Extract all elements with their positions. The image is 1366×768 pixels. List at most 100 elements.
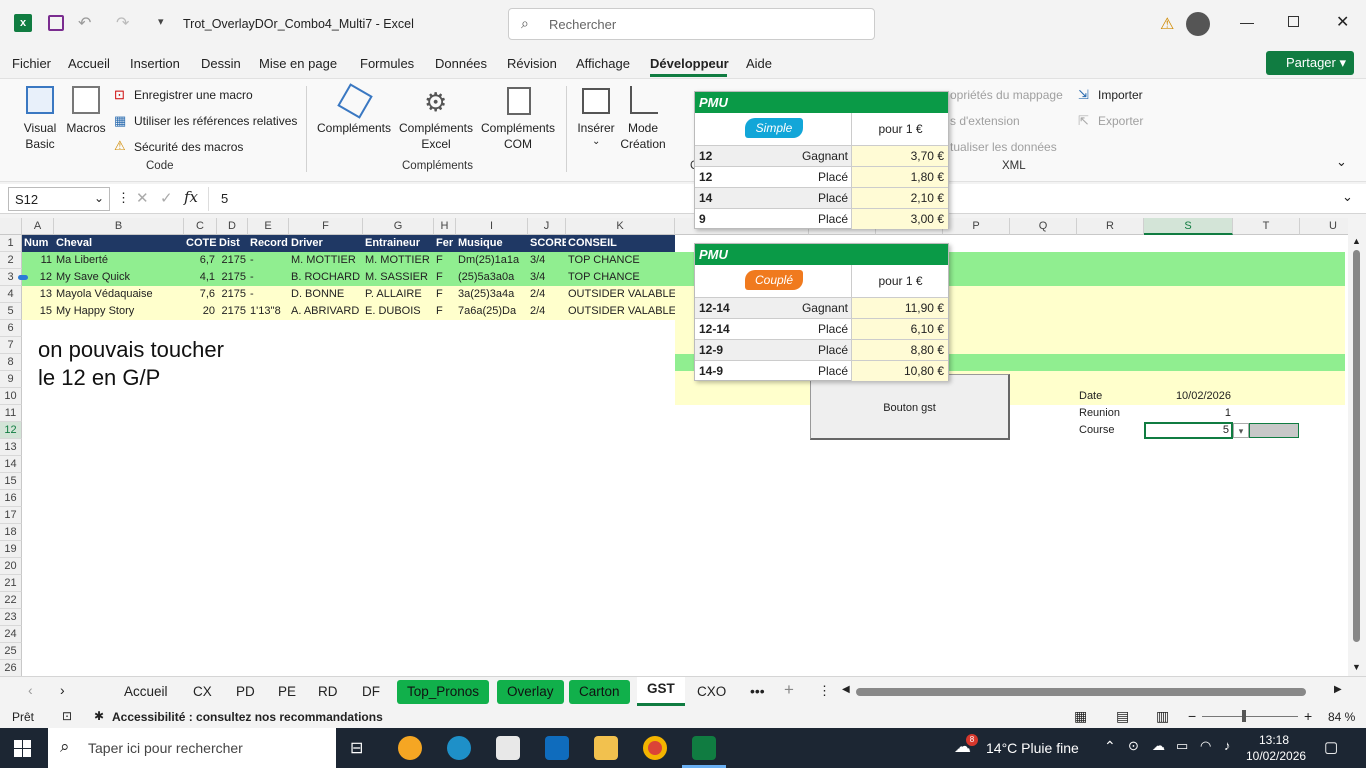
column-header-i[interactable]: I xyxy=(456,218,528,235)
tab-mise-en-page[interactable]: Mise en page xyxy=(259,56,337,71)
sheet-tab-top-pronos[interactable]: Top_Pronos xyxy=(397,680,490,704)
cancel-icon[interactable]: ✕ xyxy=(136,189,149,207)
store-icon[interactable] xyxy=(496,736,520,760)
weather-text[interactable]: 14°C Pluie fine xyxy=(986,740,1079,756)
edge-icon[interactable] xyxy=(447,736,471,760)
course-value-selected-cell[interactable]: 5 xyxy=(1144,422,1233,439)
table-cell-conseil[interactable]: TOP CHANCE xyxy=(566,269,675,286)
scroll-thumb[interactable] xyxy=(1353,250,1360,642)
row-header[interactable]: 8 xyxy=(0,354,22,371)
chrome-icon[interactable] xyxy=(643,736,667,760)
minimize-icon[interactable]: — xyxy=(1240,14,1254,30)
column-header-b[interactable]: B xyxy=(54,218,184,235)
insert-control-button[interactable]: Insérer xyxy=(574,120,618,136)
warning-icon[interactable]: ⚠ xyxy=(1160,14,1174,34)
tab-dessin[interactable]: Dessin xyxy=(201,56,241,71)
map-properties-button[interactable]: opriétés du mappage xyxy=(950,88,1063,102)
onedrive-icon[interactable]: ☁ xyxy=(1152,738,1165,754)
scroll-down-icon[interactable]: ▼ xyxy=(1352,662,1361,672)
table-cell-entraineur[interactable]: P. ALLAIRE xyxy=(363,286,434,303)
tab-insertion[interactable]: Insertion xyxy=(130,56,180,71)
wifi-icon[interactable]: ◠ xyxy=(1200,738,1211,754)
table-cell-entraineur[interactable]: M. MOTTIER xyxy=(363,252,434,269)
row-header[interactable]: 4 xyxy=(0,286,22,303)
tab-fichier[interactable]: Fichier xyxy=(12,56,51,71)
next-sheet-icon[interactable]: › xyxy=(60,682,65,698)
table-cell-fer[interactable]: F xyxy=(434,286,456,303)
zoom-out-icon[interactable]: − xyxy=(1188,708,1196,724)
column-header-u[interactable]: U xyxy=(1300,218,1348,235)
share-button[interactable]: Partager ▾ xyxy=(1266,51,1354,75)
sheet-tab-cxo[interactable]: CXO xyxy=(687,680,736,704)
sheet-tab-carton[interactable]: Carton xyxy=(569,680,630,704)
row-header[interactable]: 21 xyxy=(0,575,22,592)
macro-record-icon[interactable]: ⊡ xyxy=(62,709,72,723)
table-cell-conseil[interactable]: OUTSIDER VALABLE xyxy=(566,303,675,320)
zoom-slider[interactable] xyxy=(1202,716,1298,717)
redo-icon[interactable]: ↷ xyxy=(116,13,129,33)
column-header-c[interactable]: C xyxy=(184,218,217,235)
row-header[interactable]: 13 xyxy=(0,439,22,456)
column-header-s[interactable]: S xyxy=(1144,218,1233,235)
worksheet-grid[interactable]: A B C D E F G H I J K P Q R S T U 123456… xyxy=(0,218,1348,676)
table-cell-score[interactable]: 3/4 xyxy=(528,269,566,286)
add-sheet-icon[interactable]: + xyxy=(784,680,794,700)
outlook-icon[interactable] xyxy=(545,736,569,760)
design-mode-button[interactable]: Mode Création xyxy=(620,120,666,152)
table-cell-musique[interactable]: Dm(25)1a1a xyxy=(456,252,528,269)
table-cell-musique[interactable]: (25)5a3a0a xyxy=(456,269,528,286)
visual-basic-button[interactable]: Visual Basic xyxy=(18,120,62,152)
table-cell-dist[interactable]: 2175 xyxy=(217,303,248,320)
table-cell-musique[interactable]: 7a6a(25)Da xyxy=(456,303,528,320)
tab-accueil[interactable]: Accueil xyxy=(68,56,110,71)
gst-button[interactable]: Bouton gst xyxy=(810,374,1010,440)
sheet-tab-gst[interactable]: GST xyxy=(637,677,685,706)
excel-taskbar-icon[interactable] xyxy=(692,736,716,760)
column-header-t[interactable]: T xyxy=(1233,218,1300,235)
chevron-up-icon[interactable]: ⌃ xyxy=(1104,738,1116,755)
extension-packs-button[interactable]: s d'extension xyxy=(950,114,1020,128)
row-header[interactable]: 15 xyxy=(0,473,22,490)
undo-icon[interactable]: ↶ xyxy=(78,13,91,33)
export-button[interactable]: Exporter xyxy=(1098,114,1143,128)
accessibility-icon[interactable]: ✱ xyxy=(94,709,104,723)
table-cell-record[interactable]: - xyxy=(248,269,289,286)
tab-developpeur[interactable]: Développeur xyxy=(650,56,729,71)
search-box[interactable]: ⌕ Rechercher xyxy=(508,8,875,40)
row-header[interactable]: 10 xyxy=(0,388,22,405)
record-macro-button[interactable]: Enregistrer une macro xyxy=(134,88,253,102)
column-header-f[interactable]: F xyxy=(289,218,363,235)
column-header-a[interactable]: A xyxy=(22,218,54,235)
more-options-icon[interactable]: ⋮ xyxy=(117,190,130,206)
table-cell-dist[interactable]: 2175 xyxy=(217,252,248,269)
normal-view-icon[interactable]: ▦ xyxy=(1074,708,1087,725)
select-all-corner[interactable] xyxy=(0,218,22,235)
column-header-d[interactable]: D xyxy=(217,218,248,235)
sheet-tab-accueil[interactable]: Accueil xyxy=(114,680,178,704)
row-header[interactable]: 11 xyxy=(0,405,22,422)
table-cell-num[interactable]: 12 xyxy=(22,269,54,286)
table-cell-num[interactable]: 15 xyxy=(22,303,54,320)
more-options-icon[interactable]: ⋮ xyxy=(818,683,831,699)
table-cell-entraineur[interactable]: M. SASSIER xyxy=(363,269,434,286)
row-header[interactable]: 1 xyxy=(0,235,22,252)
zoom-in-icon[interactable]: + xyxy=(1304,708,1312,724)
expand-formula-bar-icon[interactable]: ⌄ xyxy=(1342,189,1353,205)
notifications-icon[interactable]: ▢ xyxy=(1324,738,1338,756)
table-cell-fer[interactable]: F xyxy=(434,303,456,320)
table-cell-fer[interactable]: F xyxy=(434,252,456,269)
table-cell-fer[interactable]: F xyxy=(434,269,456,286)
table-cell-driver[interactable]: D. BONNE xyxy=(289,286,363,303)
table-cell-cote[interactable]: 4,1 xyxy=(184,269,217,286)
sheet-tab-rd[interactable]: RD xyxy=(308,680,348,704)
battery-icon[interactable]: ▭ xyxy=(1176,738,1188,754)
zoom-slider-thumb[interactable] xyxy=(1242,710,1246,722)
taskbar-search[interactable]: ⌕ Taper ici pour rechercher xyxy=(48,728,336,768)
relative-references-button[interactable]: Utiliser les références relatives xyxy=(134,114,297,128)
sheet-tab-pe[interactable]: PE xyxy=(268,680,306,704)
column-header-k[interactable]: K xyxy=(566,218,675,235)
name-box[interactable]: S12 ⌄ xyxy=(8,187,110,211)
collapse-ribbon-icon[interactable]: ⌄ xyxy=(1336,154,1347,170)
table-cell-record[interactable]: - xyxy=(248,286,289,303)
row-header[interactable]: 22 xyxy=(0,592,22,609)
